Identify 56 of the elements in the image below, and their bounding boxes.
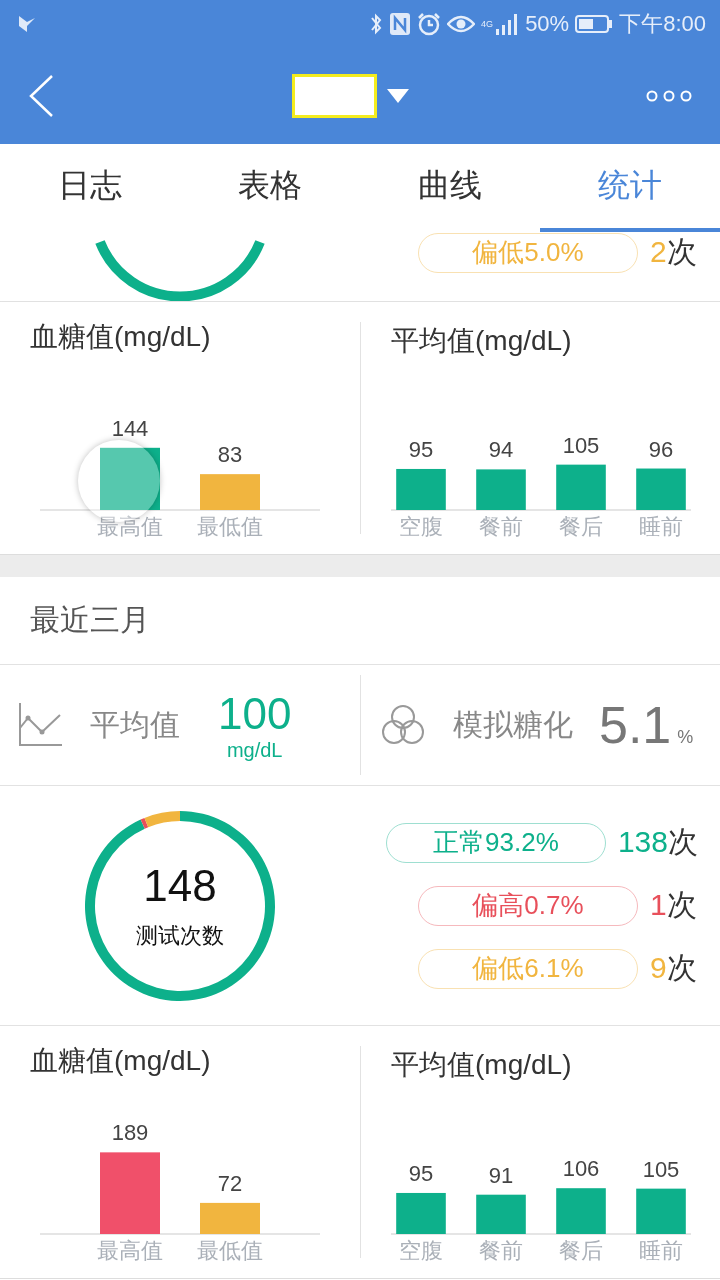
value-label: 144 [111, 415, 149, 441]
section-title: 最近三月 [0, 577, 720, 665]
more-icon[interactable] [646, 89, 692, 103]
battery-icon [575, 14, 614, 34]
category-label: 最低值 [197, 1238, 263, 1263]
signal-icon [495, 12, 520, 36]
category-label: 餐后 [559, 514, 603, 539]
category-label: 最高值 [97, 1238, 163, 1263]
chart-title: 平均值(mg/dL) [390, 324, 573, 358]
value-label: 96 [648, 436, 674, 462]
value-label: 91 [488, 1162, 514, 1188]
category-label: 空腹 [399, 1238, 443, 1263]
eye-icon [447, 14, 476, 34]
category-label: 空腹 [399, 514, 443, 539]
dropdown-caret-icon[interactable] [386, 89, 409, 103]
count-text: 2次 [650, 234, 698, 270]
summary-label: 模拟糖化 [453, 706, 573, 743]
category-label: 餐前 [479, 514, 523, 539]
test-count-value: 148 [143, 860, 217, 911]
summary-value: 5.1 [599, 695, 672, 755]
back-icon[interactable] [28, 74, 54, 118]
value-label: 94 [488, 437, 514, 463]
count-text: 138次 [617, 824, 698, 860]
value-label: 72 [217, 1170, 243, 1196]
unit-label: mg/dL [226, 738, 283, 762]
category-label: 餐后 [559, 1238, 603, 1263]
test-count-label: 测试次数 [136, 921, 224, 950]
summary-value: 100 [218, 688, 292, 739]
category-label: 睡前 [639, 1238, 683, 1263]
notification-icon [18, 15, 36, 33]
category-label: 睡前 [639, 514, 683, 539]
count-text: 9次 [650, 950, 698, 986]
summary-label: 平均值 [90, 706, 180, 743]
chart-title: 平均值(mg/dL) [390, 1048, 573, 1082]
chart-title: 血糖值(mg/dL) [29, 1044, 212, 1078]
category-label: 最高值 [97, 514, 163, 539]
value-label: 95 [408, 436, 434, 462]
chart-title: 血糖值(mg/dL) [29, 320, 212, 354]
line-chart-icon [18, 703, 62, 747]
network-label: 4G [481, 19, 494, 29]
bluetooth-icon [369, 12, 384, 36]
value-label: 106 [562, 1156, 600, 1182]
battery-percent: 50% [525, 11, 570, 37]
category-label: 餐前 [479, 1238, 523, 1263]
nfc-icon [389, 12, 412, 36]
circles-icon [381, 704, 425, 746]
count-text: 1次 [650, 887, 698, 923]
category-label: 最低值 [197, 514, 263, 539]
value-label: 95 [408, 1160, 434, 1186]
alarm-icon [417, 12, 442, 36]
value-label: 105 [562, 432, 600, 458]
value-label: 105 [642, 1156, 680, 1182]
value-label: 189 [111, 1120, 149, 1146]
unit-label: % [677, 726, 694, 748]
clock-time: 下午8:00 [619, 10, 706, 38]
value-label: 83 [217, 442, 243, 468]
